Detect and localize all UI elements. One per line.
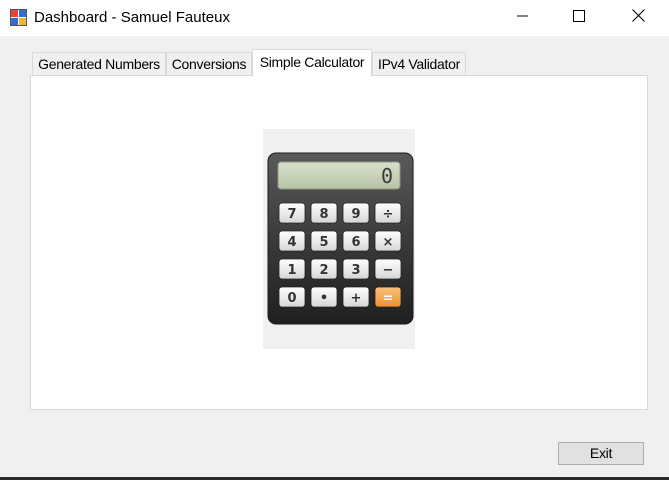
tab-conversions[interactable]: Conversions xyxy=(166,52,252,75)
calculator-key-label: 4 xyxy=(287,235,296,250)
calculator-key-label: 6 xyxy=(351,235,360,250)
calculator-key-label: + xyxy=(351,291,362,306)
tab-generated-numbers[interactable]: Generated Numbers xyxy=(32,52,166,75)
maximize-button[interactable] xyxy=(556,0,602,36)
calculator-key-label: = xyxy=(383,291,394,306)
calculator-key-label: 5 xyxy=(319,235,328,250)
maximize-icon xyxy=(573,9,585,27)
title-bar: Dashboard - Samuel Fauteux xyxy=(0,0,669,36)
minimize-button[interactable] xyxy=(500,0,546,36)
calculator-picture: 0 7 8 9 ÷ 4 5 6 × 1 2 3 − 0 • + = xyxy=(263,129,415,349)
calculator-key-label: ÷ xyxy=(383,207,394,222)
calculator-key-label: 8 xyxy=(319,207,328,222)
tab-ipv4-validator[interactable]: IPv4 Validator xyxy=(372,52,466,75)
calculator-key-label: 0 xyxy=(287,291,296,306)
window-title: Dashboard - Samuel Fauteux xyxy=(34,9,230,26)
close-button[interactable] xyxy=(615,0,661,36)
calculator-key-label: − xyxy=(383,263,394,278)
calculator-icon: 0 7 8 9 ÷ 4 5 6 × 1 2 3 − 0 • + = xyxy=(267,152,414,325)
tab-simple-calculator[interactable]: Simple Calculator xyxy=(252,49,372,76)
calculator-display: 0 xyxy=(381,164,393,188)
calculator-key-label: 2 xyxy=(319,263,328,278)
form-icon xyxy=(10,9,28,27)
calculator-key-label: 9 xyxy=(351,207,360,222)
tab-page-simple-calculator: 0 7 8 9 ÷ 4 5 6 × 1 2 3 − 0 • + = xyxy=(30,75,648,410)
exit-button[interactable]: Exit xyxy=(558,442,644,465)
minimize-icon xyxy=(517,9,529,27)
calculator-key-label: 7 xyxy=(287,207,296,222)
calculator-key-label: 3 xyxy=(351,263,360,278)
calculator-key-label: × xyxy=(383,235,394,250)
close-icon xyxy=(631,9,645,27)
calculator-key-label: • xyxy=(320,291,328,306)
calculator-key-label: 1 xyxy=(287,263,296,278)
